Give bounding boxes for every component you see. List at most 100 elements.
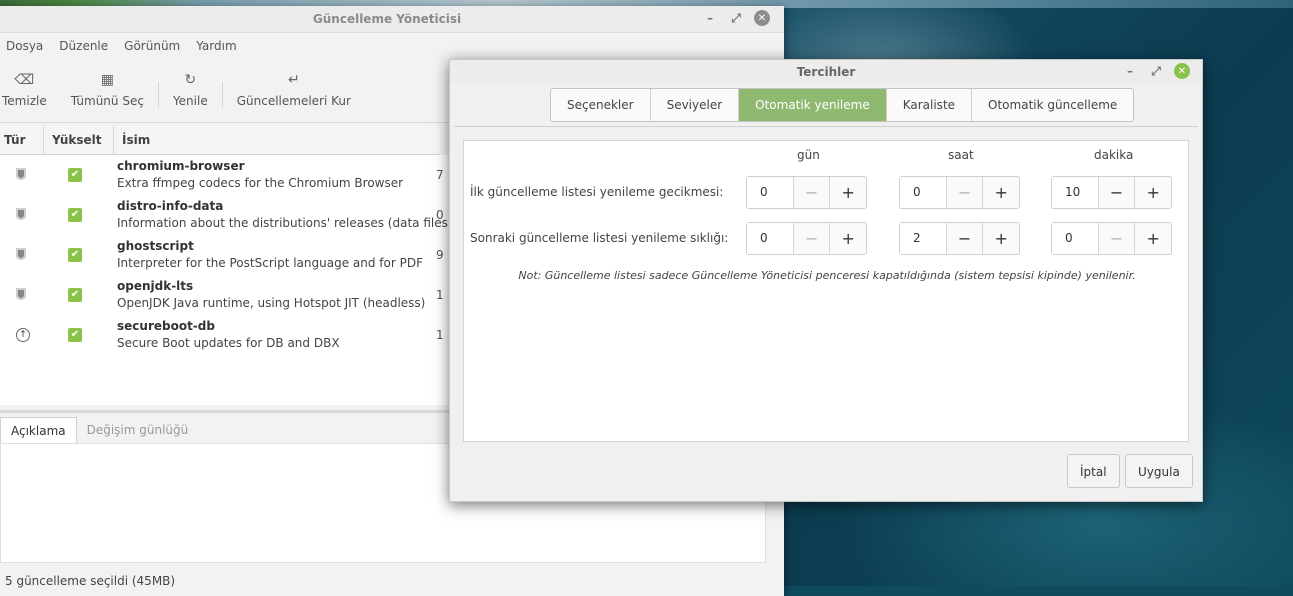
install-updates-button[interactable]: ↵ Güncellemeleri Kur [225, 72, 363, 108]
frequency-days-spinner[interactable]: 0 − + [746, 222, 867, 255]
toolbar-separator [157, 82, 159, 108]
frequency-days-value[interactable]: 0 [747, 223, 794, 254]
package-description: Interpreter for the PostScript language … [117, 256, 423, 270]
upgrade-checkbox[interactable]: ✔ [68, 248, 82, 262]
table-row[interactable]: ✔ openjdk-lts OpenJDK Java runtime, usin… [0, 275, 450, 315]
package-description: Extra ffmpeg codecs for the Chromium Bro… [117, 176, 404, 190]
minus-icon[interactable]: − [1099, 177, 1136, 208]
minus-icon[interactable]: − [794, 177, 831, 208]
minimize-icon[interactable]: – [702, 10, 718, 26]
package-version-fragment: 1 [436, 288, 444, 302]
refresh-frequency-label: Sonraki güncelleme listesi yenileme sıkl… [470, 231, 729, 245]
menu-view[interactable]: Görünüm [116, 39, 188, 53]
frequency-minutes-value[interactable]: 0 [1052, 223, 1099, 254]
backspace-icon: ⌫ [14, 72, 35, 88]
preferences-dialog: Tercihler – ⤢ ✕ Seçenekler Seviyeler Oto… [449, 59, 1203, 502]
minus-icon[interactable]: − [947, 223, 984, 254]
column-type[interactable]: Tür [0, 126, 44, 154]
package-description: Secure Boot updates for DB and DBX [117, 336, 340, 350]
maximize-icon[interactable]: ⤢ [728, 10, 744, 26]
updates-table: ✔ chromium-browser Extra ffmpeg codecs f… [0, 155, 453, 405]
frequency-minutes-spinner[interactable]: 0 − + [1051, 222, 1172, 255]
plus-icon[interactable]: + [1135, 177, 1171, 208]
package-version-fragment: 9 [436, 248, 444, 262]
main-titlebar[interactable]: Güncelleme Yöneticisi – ⤢ ✕ [0, 6, 784, 33]
install-updates-label: Güncellemeleri Kur [236, 94, 351, 108]
refresh-label: Yenile [172, 94, 208, 108]
table-row[interactable]: ✔ ghostscript Interpreter for the PostSc… [0, 235, 450, 275]
menubar: Dosya Düzenle Görünüm Yardım [0, 33, 784, 59]
initial-days-value[interactable]: 0 [747, 177, 794, 208]
column-days: gün [797, 148, 820, 162]
package-version-fragment: 7 [436, 168, 444, 182]
upgrade-checkbox[interactable]: ✔ [68, 328, 82, 342]
clear-label: Temizle [2, 94, 47, 108]
select-all-label: Tümünü Seç [70, 94, 144, 108]
clear-button[interactable]: ⌫ Temizle [0, 72, 59, 108]
table-row[interactable]: ✔ chromium-browser Extra ffmpeg codecs f… [0, 155, 450, 195]
table-row[interactable]: ↑ ✔ secureboot-db Secure Boot updates fo… [0, 315, 450, 355]
plus-icon[interactable]: + [830, 177, 866, 208]
column-upgrade[interactable]: Yükselt [44, 126, 114, 154]
frequency-hours-value[interactable]: 2 [900, 223, 947, 254]
column-name[interactable]: İsim [114, 126, 440, 154]
package-name: openjdk-lts [117, 279, 194, 293]
minus-icon[interactable]: − [947, 177, 984, 208]
cancel-button[interactable]: İptal [1067, 454, 1120, 488]
upgrade-checkbox[interactable]: ✔ [68, 288, 82, 302]
initial-delay-label: İlk güncelleme listesi yenileme gecikmes… [470, 185, 724, 199]
tab-options[interactable]: Seçenekler [551, 89, 651, 121]
apply-button[interactable]: Uygula [1125, 454, 1193, 488]
tab-description[interactable]: Açıklama [0, 417, 77, 443]
column-minutes: dakika [1094, 148, 1134, 162]
main-window-title: Güncelleme Yöneticisi [312, 12, 462, 26]
updates-table-header: Tür Yükselt İsim [0, 126, 440, 155]
refresh-note: Not: Güncelleme listesi sadece Güncellem… [518, 269, 1136, 282]
plus-icon[interactable]: + [983, 177, 1019, 208]
refresh-button[interactable]: ↻ Yenile [161, 72, 220, 108]
menu-edit[interactable]: Düzenle [51, 39, 116, 53]
column-hours: saat [948, 148, 974, 162]
shield-icon [16, 168, 27, 181]
initial-hours-value[interactable]: 0 [900, 177, 947, 208]
preferences-title: Tercihler [796, 65, 856, 79]
preferences-titlebar[interactable]: Tercihler – ⤢ ✕ [450, 60, 1202, 84]
package-name: secureboot-db [117, 319, 215, 333]
package-name: distro-info-data [117, 199, 224, 213]
maximize-icon[interactable]: ⤢ [1148, 63, 1164, 79]
frequency-hours-spinner[interactable]: 2 − + [899, 222, 1020, 255]
initial-minutes-spinner[interactable]: 10 − + [1051, 176, 1172, 209]
plus-icon[interactable]: + [830, 223, 866, 254]
table-row[interactable]: ✔ distro-info-data Information about the… [0, 195, 453, 235]
tab-auto-update[interactable]: Otomatik güncelleme [972, 89, 1133, 121]
initial-minutes-value[interactable]: 10 [1052, 177, 1099, 208]
tab-auto-refresh[interactable]: Otomatik yenileme [739, 89, 887, 121]
shield-icon [16, 248, 27, 261]
tab-levels[interactable]: Seviyeler [651, 89, 740, 121]
initial-hours-spinner[interactable]: 0 − + [899, 176, 1020, 209]
upgrade-checkbox[interactable]: ✔ [68, 208, 82, 222]
select-all-button[interactable]: ▦ Tümünü Seç [59, 72, 156, 108]
minus-icon[interactable]: − [1099, 223, 1136, 254]
refresh-icon: ↻ [184, 72, 197, 88]
shield-icon [16, 208, 27, 221]
close-icon[interactable]: ✕ [754, 10, 770, 26]
plus-icon[interactable]: + [1135, 223, 1171, 254]
initial-days-spinner[interactable]: 0 − + [746, 176, 867, 209]
menu-file[interactable]: Dosya [0, 39, 51, 53]
arrow-up-circle-icon: ↑ [16, 328, 30, 342]
menu-help[interactable]: Yardım [188, 39, 244, 53]
close-icon[interactable]: ✕ [1174, 63, 1190, 79]
tab-changelog[interactable]: Değişim günlüğü [77, 417, 199, 443]
minus-icon[interactable]: − [794, 223, 831, 254]
toolbar-separator [221, 82, 223, 108]
package-description: Information about the distributions' rel… [117, 216, 453, 230]
upgrade-checkbox[interactable]: ✔ [68, 168, 82, 182]
package-name: chromium-browser [117, 159, 245, 173]
plus-icon[interactable]: + [983, 223, 1019, 254]
return-arrow-icon: ↵ [287, 72, 300, 88]
package-name: ghostscript [117, 239, 194, 253]
package-version-fragment: 1 [436, 328, 444, 342]
minimize-icon[interactable]: – [1122, 63, 1138, 79]
tab-blacklist[interactable]: Karaliste [887, 89, 973, 121]
